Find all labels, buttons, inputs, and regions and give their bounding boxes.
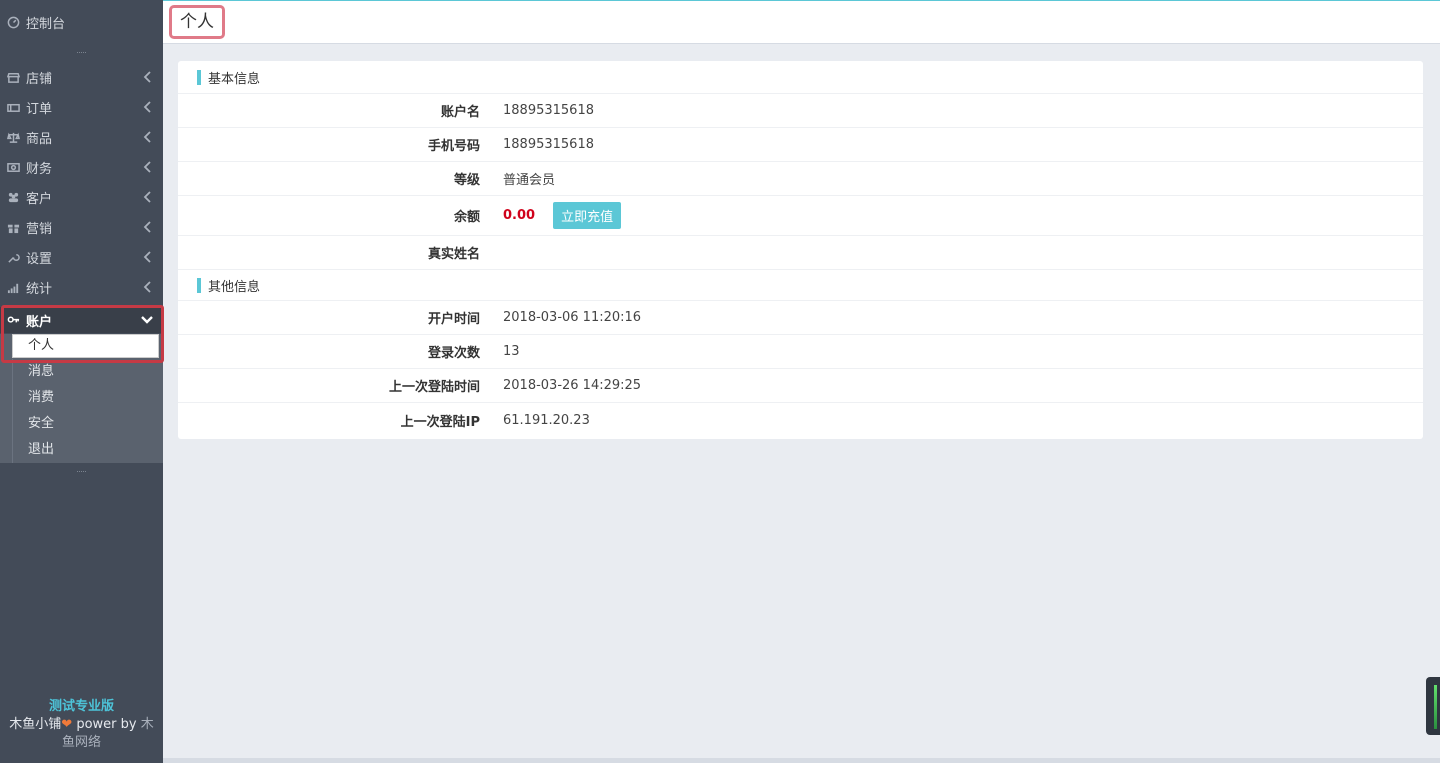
- section-title: 基本信息: [208, 68, 260, 87]
- page-title: 个人: [169, 5, 225, 39]
- store-icon: [6, 70, 20, 84]
- field-label: 登录次数: [178, 342, 480, 361]
- chevron-left-icon: [143, 71, 153, 83]
- field-value: 61.191.20.23: [503, 413, 590, 428]
- profile-card: 基本信息 账户名 18895315618 手机号码 18895315618 等级…: [178, 61, 1423, 439]
- field-value: 13: [503, 344, 520, 359]
- field-row-level: 等级 普通会员: [178, 162, 1423, 196]
- field-row-phone: 手机号码 18895315618: [178, 128, 1423, 162]
- field-row-real-name: 真实姓名: [178, 236, 1423, 270]
- field-label: 手机号码: [178, 135, 480, 154]
- heart-icon: ❤: [61, 717, 72, 732]
- sidebar-divider: [0, 44, 163, 62]
- header: 个人: [163, 0, 1440, 44]
- side-widget[interactable]: [1426, 677, 1440, 735]
- sidebar: 控制台 店铺 订单 商品 财务 客户 营销 设置 统计: [0, 0, 163, 763]
- field-row-account-name: 账户名 18895315618: [178, 94, 1423, 128]
- sidebar-item-label: 订单: [26, 98, 52, 117]
- sidebar-item-dashboard[interactable]: 控制台: [0, 0, 163, 44]
- key-icon: [6, 313, 20, 327]
- sidebar-item-label: 店铺: [26, 68, 52, 87]
- submenu-item-logout[interactable]: 退出: [12, 437, 163, 463]
- sidebar-item-orders[interactable]: 订单: [0, 92, 163, 122]
- sidebar-item-statistics[interactable]: 统计: [0, 272, 163, 302]
- recharge-button[interactable]: 立即充值: [553, 202, 621, 229]
- sidebar-item-account[interactable]: 账户: [0, 307, 163, 333]
- power-by-text: power by: [72, 717, 141, 732]
- chevron-left-icon: [143, 161, 153, 173]
- sidebar-item-label: 客户: [26, 188, 52, 207]
- sidebar-item-label: 财务: [26, 158, 52, 177]
- field-value: 2018-03-06 11:20:16: [503, 310, 641, 325]
- account-submenu: 个人 消息 消费 安全 退出: [0, 334, 163, 463]
- section-marker: [197, 278, 201, 293]
- users-icon: [6, 190, 20, 204]
- field-value: 18895315618: [503, 103, 594, 118]
- field-label: 账户名: [178, 101, 480, 120]
- bottom-edge: [163, 758, 1440, 763]
- gift-icon: [6, 220, 20, 234]
- sidebar-item-products[interactable]: 商品: [0, 122, 163, 152]
- field-label: 开户时间: [178, 308, 480, 327]
- powered-by: 木鱼小铺❤ power by 木: [0, 716, 163, 734]
- field-value: 2018-03-26 14:29:25: [503, 378, 641, 393]
- field-value: 普通会员: [503, 169, 555, 188]
- sidebar-item-finance[interactable]: 财务: [0, 152, 163, 182]
- wrench-icon: [6, 250, 20, 264]
- chevron-left-icon: [143, 251, 153, 263]
- sidebar-item-label: 商品: [26, 128, 52, 147]
- field-label: 等级: [178, 169, 480, 188]
- field-label: 上一次登陆IP: [178, 411, 480, 430]
- section-marker: [197, 70, 201, 85]
- chevron-left-icon: [143, 221, 153, 233]
- sidebar-item-label: 统计: [26, 278, 52, 297]
- section-other-info: 其他信息: [178, 270, 1423, 301]
- dashboard-icon: [6, 15, 20, 29]
- balance-value-wrap: 0.00 立即充值: [503, 202, 621, 229]
- field-row-open-time: 开户时间 2018-03-06 11:20:16: [178, 301, 1423, 335]
- section-basic-info: 基本信息: [178, 61, 1423, 94]
- ticket-icon: [6, 100, 20, 114]
- submenu-item-consumption[interactable]: 消费: [12, 385, 163, 411]
- balance-value: 0.00: [503, 208, 535, 223]
- field-row-last-login-ip: 上一次登陆IP 61.191.20.23: [178, 403, 1423, 437]
- section-title: 其他信息: [208, 276, 260, 295]
- company-name-start: 木: [141, 717, 154, 732]
- field-row-login-count: 登录次数 13: [178, 335, 1423, 369]
- field-row-balance: 余额 0.00 立即充值: [178, 196, 1423, 236]
- money-icon: [6, 160, 20, 174]
- sidebar-item-label: 控制台: [26, 13, 65, 32]
- submenu-item-messages[interactable]: 消息: [12, 359, 163, 385]
- chevron-left-icon: [143, 131, 153, 143]
- company-name-end: 鱼网络: [0, 734, 163, 752]
- field-label: 上一次登陆时间: [178, 376, 480, 395]
- submenu-item-security[interactable]: 安全: [12, 411, 163, 437]
- chevron-left-icon: [143, 281, 153, 293]
- sidebar-item-marketing[interactable]: 营销: [0, 212, 163, 242]
- submenu-item-personal[interactable]: 个人: [12, 334, 159, 358]
- sidebar-item-settings[interactable]: 设置: [0, 242, 163, 272]
- sidebar-item-label: 设置: [26, 248, 52, 267]
- version-label: 测试专业版: [0, 698, 163, 716]
- field-label: 余额: [178, 206, 480, 225]
- chevron-down-icon: [141, 314, 153, 326]
- sidebar-item-store[interactable]: 店铺: [0, 62, 163, 92]
- field-row-last-login-time: 上一次登陆时间 2018-03-26 14:29:25: [178, 369, 1423, 403]
- chevron-left-icon: [143, 101, 153, 113]
- sidebar-item-label: 营销: [26, 218, 52, 237]
- sidebar-item-label: 账户: [26, 311, 52, 330]
- scale-icon: [6, 130, 20, 144]
- sidebar-item-customers[interactable]: 客户: [0, 182, 163, 212]
- sidebar-divider: [0, 463, 163, 481]
- field-label: 真实姓名: [178, 243, 480, 262]
- chevron-left-icon: [143, 191, 153, 203]
- brand-name: 木鱼小铺: [9, 717, 61, 732]
- sidebar-footer: 测试专业版 木鱼小铺❤ power by 木 鱼网络: [0, 698, 163, 752]
- field-value: 18895315618: [503, 137, 594, 152]
- signal-icon: [6, 280, 20, 294]
